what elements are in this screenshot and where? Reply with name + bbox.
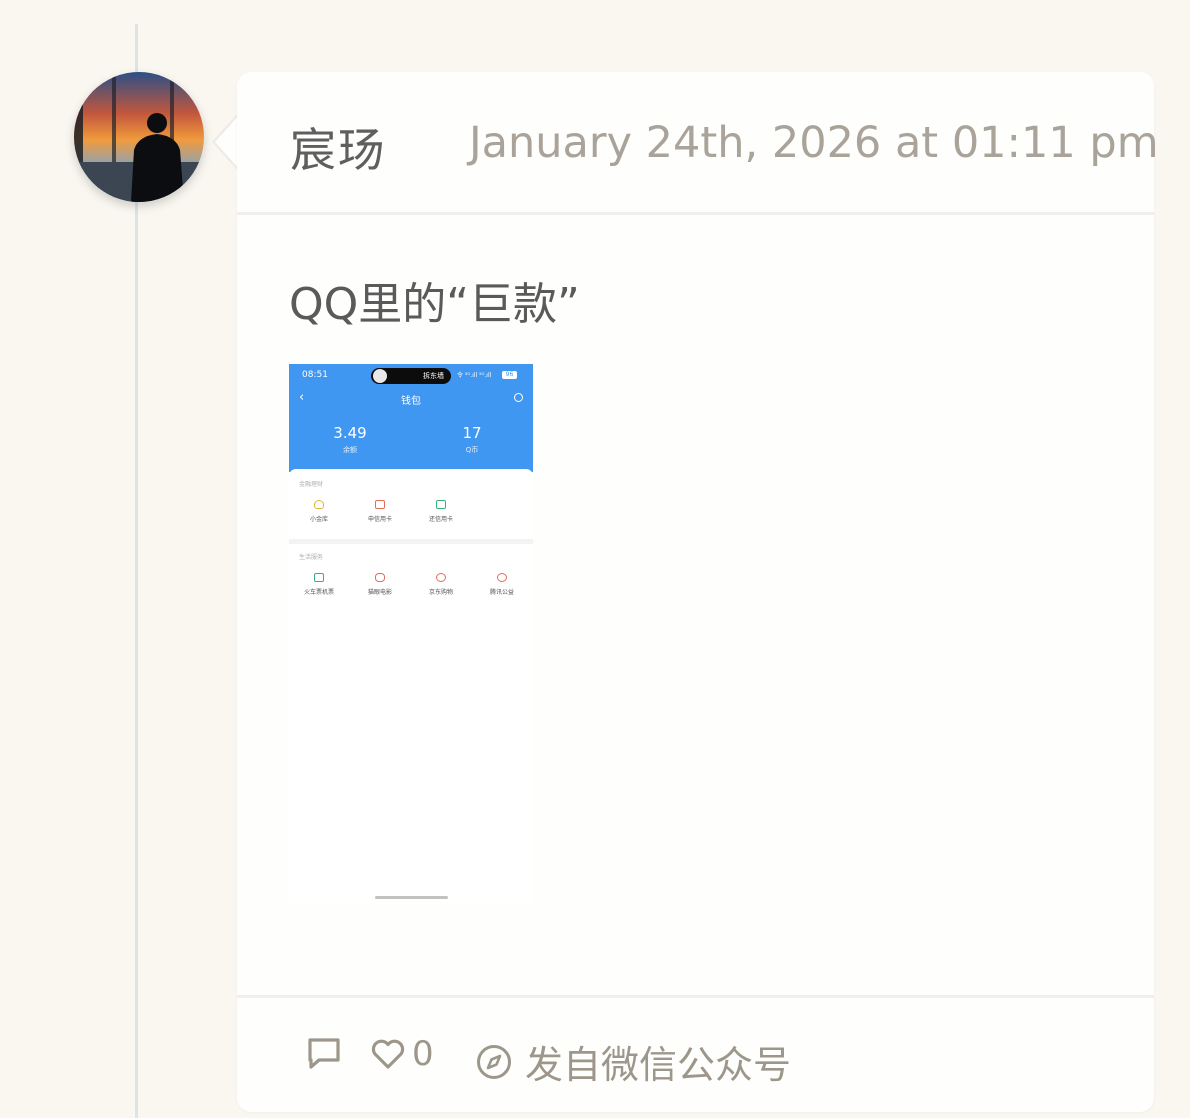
life-services-section: 生活服务 火车票机票 猫眼电影 京东购物 腾讯公益: [289, 544, 533, 604]
comment-icon: [308, 1038, 340, 1069]
life-section-title: 生活服务: [299, 554, 324, 561]
signal-indicators: 令 ⁵ᴳ.ıll ⁵ᴳ.ıll: [457, 372, 492, 379]
finance-item: 还信用卡: [416, 500, 466, 523]
home-indicator: [375, 896, 448, 899]
compass-icon: [477, 1044, 511, 1079]
cat-eye-icon: [375, 573, 385, 582]
dog-icon: [436, 573, 446, 582]
dynamic-island: 拆东墙: [371, 368, 451, 384]
service-item: 腾讯公益: [477, 573, 527, 596]
coins-label: Q币: [465, 446, 479, 454]
finance-section-title: 金融理财: [299, 481, 324, 488]
post-header: 宸玚 January 24th, 2026 at 01:11 pm: [237, 72, 1159, 215]
source-label: 发自微信公众号: [525, 1043, 792, 1087]
card-icon: [375, 500, 385, 509]
wallet-header: 08:51 拆东墙 令 ⁵ᴳ.ıll ⁵ᴳ.ıll 96 ‹ 钱包 3.49 余…: [289, 364, 533, 472]
train-icon: [314, 573, 324, 582]
post-text: QQ里的“巨款”: [289, 279, 580, 330]
post-timestamp: January 24th, 2026 at 01:11 pm: [469, 118, 1159, 168]
heart-icon: [371, 1039, 405, 1069]
island-avatar: [373, 369, 387, 383]
service-item-label: 猫眼电影: [367, 589, 392, 596]
post-footer: 0 发自微信公众号: [237, 995, 1154, 1115]
wallet-icon: [314, 500, 324, 509]
comment-button[interactable]: [305, 1034, 343, 1072]
island-text: 拆东墙: [423, 372, 444, 380]
post-card: 宸玚 January 24th, 2026 at 01:11 pm QQ里的“巨…: [237, 72, 1159, 1115]
wallet-title: 钱包: [401, 396, 421, 407]
author-avatar[interactable]: [74, 72, 204, 202]
coins-value: 17: [462, 424, 482, 442]
service-item: 猫眼电影: [355, 573, 405, 596]
finance-item: 申信用卡: [355, 500, 405, 523]
finance-item-label: 申信用卡: [367, 516, 392, 523]
finance-item: 小金库: [294, 500, 344, 523]
like-count: 0: [412, 1034, 434, 1074]
battery-indicator: 96: [502, 371, 517, 379]
balance-label: 余额: [343, 446, 357, 454]
service-item-label: 京东购物: [428, 589, 453, 596]
author-name[interactable]: 宸玚: [290, 114, 386, 180]
settings-icon: [514, 393, 523, 402]
finance-item-label: 还信用卡: [428, 516, 453, 523]
service-item-label: 腾讯公益: [489, 589, 514, 596]
coins-block: 17 Q币: [451, 424, 493, 455]
service-item: 京东购物: [416, 573, 466, 596]
finance-item-label: 小金库: [309, 516, 328, 523]
like-button[interactable]: 0: [370, 1034, 434, 1074]
source-link[interactable]: 发自微信公众号: [475, 1034, 791, 1089]
finance-section: 金融理财 小金库 申信用卡 还信用卡: [289, 469, 533, 539]
card-repay-icon: [436, 500, 446, 509]
charity-icon: [497, 573, 507, 582]
balance-value: 3.49: [333, 424, 367, 442]
service-item-label: 火车票机票: [303, 589, 334, 596]
post-image-wallet-screenshot[interactable]: 08:51 拆东墙 令 ⁵ᴳ.ıll ⁵ᴳ.ıll 96 ‹ 钱包 3.49 余…: [289, 364, 533, 904]
balance-block: 3.49 余额: [329, 424, 371, 455]
service-item: 火车票机票: [294, 573, 344, 596]
status-time: 08:51: [302, 370, 328, 380]
